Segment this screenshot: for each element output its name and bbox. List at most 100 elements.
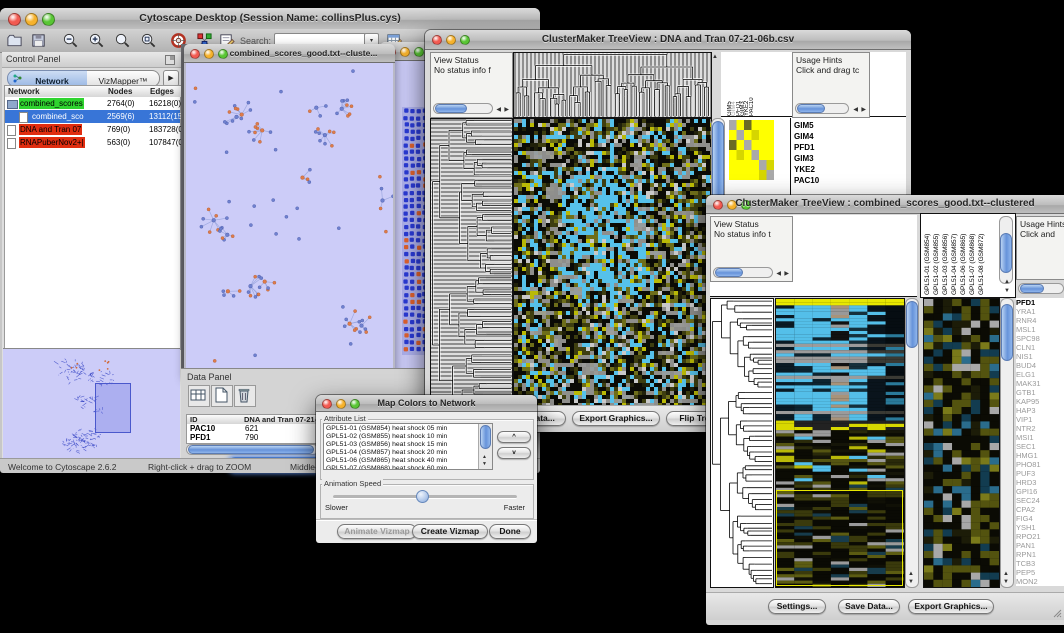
network-table-row[interactable]: combined_sco2569(6)13112(15) <box>5 110 180 123</box>
gene-label[interactable]: GIM4 <box>794 131 864 142</box>
gene-label[interactable]: HRD3 <box>1016 478 1064 487</box>
gene-label[interactable]: NTR2 <box>1016 424 1064 433</box>
close-icon[interactable] <box>190 49 200 59</box>
attribute-list-item[interactable]: GPL51-07 (GSM868) heat shock 60 min <box>326 465 478 470</box>
gene-label[interactable]: YRA1 <box>1016 307 1064 316</box>
attribute-list-item[interactable]: GPL51-02 (GSM855) heat shock 10 min <box>326 433 478 441</box>
zoom-window-icon[interactable] <box>414 47 424 57</box>
tv2-heatmap-vscrollbar[interactable]: ▲ ▼ <box>905 298 919 588</box>
gene-label[interactable]: BUD4 <box>1016 361 1064 370</box>
tv1-scroll-up-icon[interactable]: ▲ <box>712 54 718 60</box>
tv1-column-dendrogram[interactable] <box>513 52 712 118</box>
zoom-selected-icon[interactable] <box>140 32 157 49</box>
attribute-list-item[interactable]: GPL51-01 (GSM854) heat shock 05 min <box>326 425 478 433</box>
zoom-fit-icon[interactable] <box>114 32 131 49</box>
network-overview-panel[interactable] <box>3 348 180 458</box>
attribute-list[interactable]: GPL51-01 (GSM854) heat shock 05 minGPL51… <box>323 423 493 470</box>
animate-vizmap-button[interactable]: Animate Vizmap <box>337 524 417 539</box>
network-table-row[interactable]: combined_scores2764(0)16218(0) <box>5 97 180 110</box>
overview-viewport-rect[interactable] <box>95 383 131 433</box>
attribute-list-item[interactable]: GPL51-04 (GSM857) heat shock 20 min <box>326 449 478 457</box>
gene-label[interactable]: YSH1 <box>1016 523 1064 532</box>
gene-label[interactable]: YKE2 <box>794 164 864 175</box>
tv2-heatmap[interactable] <box>775 298 905 588</box>
create-vizmap-button[interactable]: Create Vizmap <box>412 524 488 539</box>
gene-label[interactable]: RPN1 <box>1016 550 1064 559</box>
gene-label[interactable]: PFD1 <box>794 142 864 153</box>
tv1-hints-hscrollbar[interactable] <box>795 103 849 114</box>
gene-label[interactable]: PAC10 <box>794 175 864 186</box>
tv2-export-graphics-button[interactable]: Export Graphics... <box>908 599 994 614</box>
main-titlebar[interactable]: Cytoscape Desktop (Session Name: collins… <box>0 8 540 30</box>
tv2-settings-button[interactable]: Settings... <box>768 599 826 614</box>
tv2-hints-hscrollbar[interactable] <box>1018 283 1064 294</box>
tv2-collabels-vscrollbar[interactable] <box>999 216 1013 284</box>
tv1-row-dendrogram[interactable] <box>430 118 513 406</box>
gene-label[interactable]: PEP5 <box>1016 568 1064 577</box>
col-header-edges[interactable]: Edges <box>147 86 182 97</box>
gene-label[interactable]: CLN1 <box>1016 343 1064 352</box>
float-panel-icon[interactable] <box>165 55 175 65</box>
save-icon[interactable] <box>30 32 47 49</box>
gene-label[interactable]: NIS1 <box>1016 352 1064 361</box>
tv2-save-data-button[interactable]: Save Data... <box>838 599 900 614</box>
gene-label[interactable]: RPO21 <box>1016 532 1064 541</box>
slider-thumb[interactable] <box>416 490 429 503</box>
done-button[interactable]: Done <box>489 524 531 539</box>
open-folder-icon[interactable] <box>6 32 23 49</box>
gene-label[interactable]: MON2 <box>1016 577 1064 586</box>
tv2-row-dendrogram[interactable] <box>710 298 774 588</box>
gene-label[interactable]: HAP3 <box>1016 406 1064 415</box>
gene-label[interactable]: PUF3 <box>1016 469 1064 478</box>
tv2-titlebar[interactable]: ClusterMaker TreeView : combined_scores_… <box>706 195 1064 214</box>
gene-label[interactable]: PHO81 <box>1016 460 1064 469</box>
gene-label[interactable]: SEC24 <box>1016 496 1064 505</box>
table-icon[interactable] <box>188 385 210 407</box>
gene-label[interactable]: MSL1 <box>1016 325 1064 334</box>
gene-label[interactable]: FIG4 <box>1016 514 1064 523</box>
tv2-zoom-vscrollbar[interactable]: ▲ ▼ <box>1000 298 1014 588</box>
attribute-list-item[interactable]: GPL51-06 (GSM865) heat shock 40 min <box>326 457 478 465</box>
dialog-titlebar[interactable]: Map Colors to Network <box>316 395 537 412</box>
gene-label[interactable]: KAP95 <box>1016 397 1064 406</box>
tv2-zoomed-heatmap[interactable] <box>923 298 1000 588</box>
network-view-window-1[interactable]: combined_scores_good.txt--cluste... <box>184 44 395 376</box>
gene-label[interactable]: GTB1 <box>1016 388 1064 397</box>
gene-label[interactable]: PAN1 <box>1016 541 1064 550</box>
minimize-icon[interactable] <box>400 47 410 57</box>
gene-label[interactable]: GPI16 <box>1016 487 1064 496</box>
tv1-titlebar[interactable]: ClusterMaker TreeView : DNA and Tran 07-… <box>425 30 911 50</box>
move-up-button[interactable]: ^ <box>497 431 531 443</box>
trash-icon[interactable] <box>234 385 256 407</box>
network-table-row[interactable]: DNA and Tran 07769(0)183728(0) <box>5 123 180 136</box>
resize-grip-icon[interactable] <box>1052 608 1062 618</box>
tv1-heatmap[interactable] <box>513 118 712 406</box>
zoom-out-icon[interactable] <box>62 32 79 49</box>
data-panel-hscrollbar[interactable] <box>186 444 319 455</box>
gene-label[interactable]: CPA2 <box>1016 505 1064 514</box>
gene-label[interactable]: MAK31 <box>1016 379 1064 388</box>
gene-label[interactable]: ELG1 <box>1016 370 1064 379</box>
network-table-row[interactable]: RNAPuberNov2+|563(0)107847(0) <box>5 136 180 149</box>
tv1-status-hscrollbar[interactable] <box>433 103 493 114</box>
tv1-mini-heatmap[interactable] <box>729 120 774 180</box>
gene-label[interactable]: HMG1 <box>1016 451 1064 460</box>
new-doc-icon[interactable] <box>211 385 233 407</box>
tv2-status-hscrollbar[interactable] <box>713 267 773 278</box>
col-header-network[interactable]: Network <box>5 86 108 97</box>
zoom-in-icon[interactable] <box>88 32 105 49</box>
gene-label[interactable]: RNR4 <box>1016 316 1064 325</box>
gene-label[interactable]: PFD1 <box>1016 298 1064 307</box>
tv1-export-graphics-button[interactable]: Export Graphics... <box>572 411 660 426</box>
gene-label[interactable]: TCB3 <box>1016 559 1064 568</box>
attribute-list-vscrollbar[interactable]: ▲ ▼ <box>478 424 492 469</box>
gene-label[interactable]: GIM3 <box>794 153 864 164</box>
gene-label[interactable]: MSI1 <box>1016 433 1064 442</box>
dp-col-id[interactable]: ID <box>187 415 244 424</box>
gene-label[interactable]: SEC1 <box>1016 442 1064 451</box>
attribute-list-item[interactable]: GPL51-03 (GSM856) heat shock 15 min <box>326 441 478 449</box>
gene-label[interactable]: VIP1 <box>1016 415 1064 424</box>
gene-label[interactable]: SPC98 <box>1016 334 1064 343</box>
move-down-button[interactable]: v <box>497 447 531 459</box>
gene-label[interactable]: GIM5 <box>794 120 864 131</box>
